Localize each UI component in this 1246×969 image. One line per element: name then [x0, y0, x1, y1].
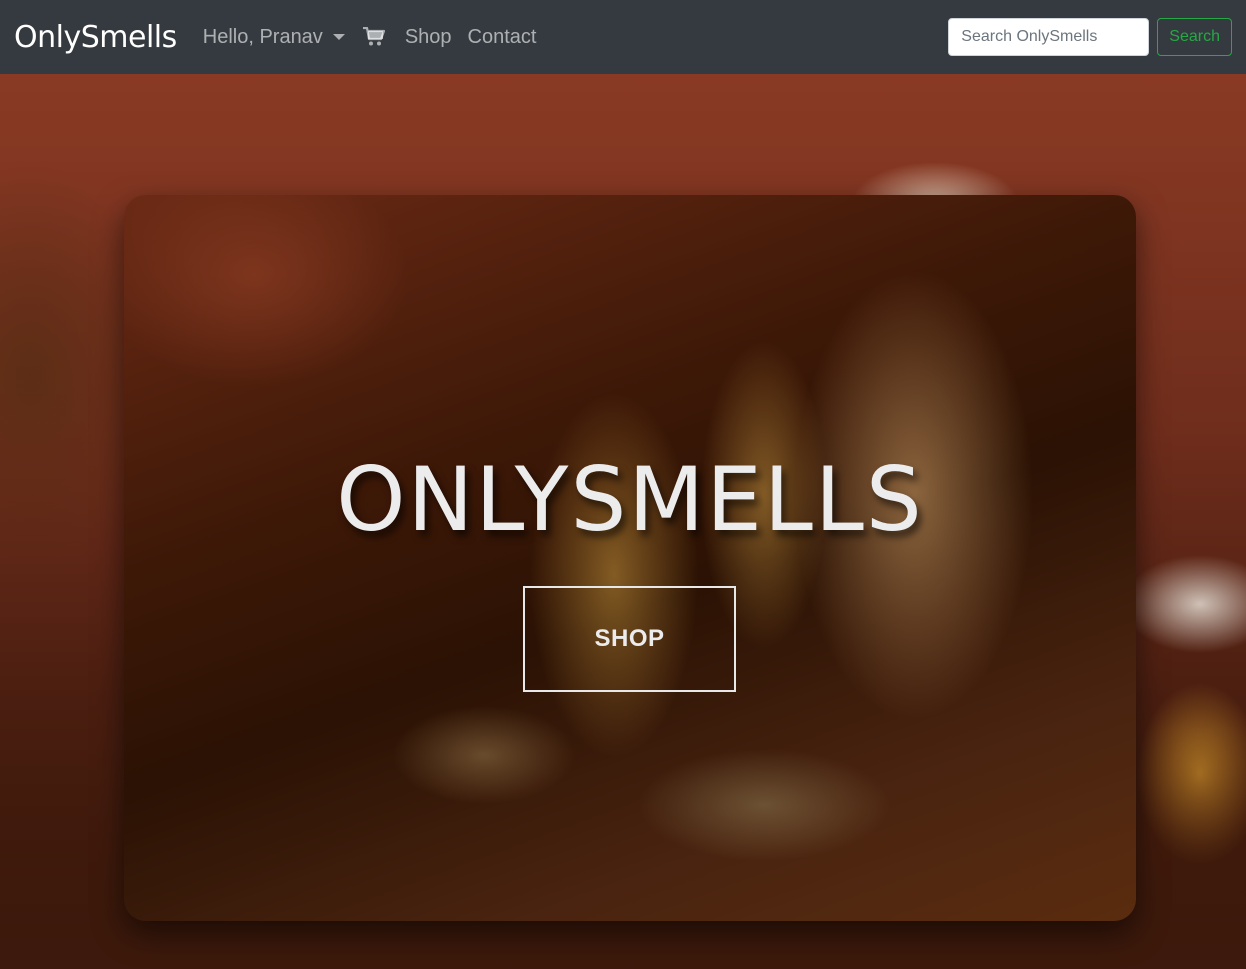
hero-card	[124, 195, 1136, 921]
top-navbar: OnlySmells Hello, Pranav Shop Contact Se…	[0, 0, 1246, 74]
cart-link[interactable]	[362, 27, 385, 47]
nav-link-contact[interactable]: Contact	[468, 26, 537, 49]
chevron-down-icon	[332, 34, 345, 40]
brand-logo-link[interactable]: OnlySmells	[14, 20, 177, 55]
user-dropdown-toggle[interactable]: Hello, Pranav	[203, 26, 345, 49]
user-dropdown-label: Hello, Pranav	[202, 25, 323, 48]
search-form: Search	[948, 18, 1232, 56]
shop-button[interactable]: SHOP	[523, 586, 736, 692]
search-input[interactable]	[948, 18, 1150, 56]
search-button[interactable]: Search	[1157, 18, 1232, 56]
shopping-cart-icon	[362, 27, 385, 46]
hero-title: ONLYSMELLS	[336, 448, 924, 551]
nav-link-shop[interactable]: Shop	[405, 26, 452, 49]
